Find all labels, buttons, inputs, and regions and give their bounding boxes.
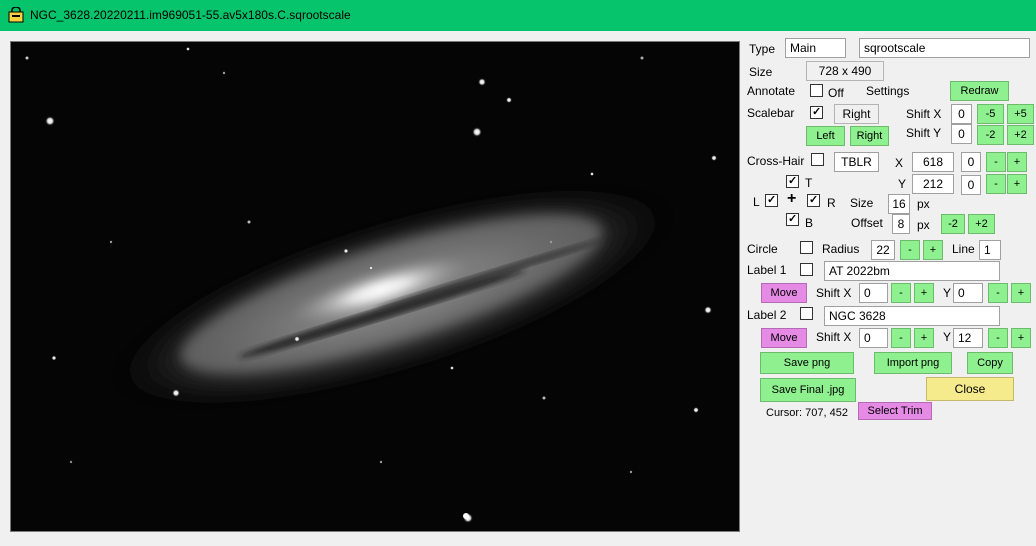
label2-shift-x-plus-button[interactable]: + xyxy=(914,328,934,348)
scale-field[interactable]: sqrootscale xyxy=(859,38,1030,58)
crosshair-x-field[interactable]: 618 xyxy=(912,152,954,172)
crosshair-y-plus-button[interactable]: + xyxy=(1007,174,1027,194)
shift-y-minus-button[interactable]: -2 xyxy=(977,125,1004,145)
label2-shift-y-field[interactable]: 12 xyxy=(953,328,983,348)
label1-shift-x-minus-button[interactable]: - xyxy=(891,283,911,303)
label1-shift-y-plus-button[interactable]: + xyxy=(1011,283,1031,303)
label1-shift-y-minus-button[interactable]: - xyxy=(988,283,1008,303)
close-button[interactable]: Close xyxy=(926,377,1014,401)
crosshair-x-offset-field[interactable]: 0 xyxy=(961,152,981,172)
size-label: Size xyxy=(749,65,773,79)
label1-shift-y-field[interactable]: 0 xyxy=(953,283,983,303)
crosshair-l-label: L xyxy=(753,195,760,209)
app-icon xyxy=(8,7,24,23)
type-field[interactable]: Main xyxy=(785,38,846,58)
title-bar: NGC_3628.20220211.im969051-55.av5x180s.C… xyxy=(0,0,1036,31)
astro-image-canvas[interactable] xyxy=(10,41,740,532)
crosshair-size-px-label: px xyxy=(917,197,930,211)
crosshair-offset-minus-button[interactable]: -2 xyxy=(941,214,965,234)
label2-shift-y-minus-button[interactable]: - xyxy=(988,328,1008,348)
scalebar-label: Scalebar xyxy=(747,106,795,120)
crosshair-x-plus-button[interactable]: + xyxy=(1007,152,1027,172)
label2-shift-x-minus-button[interactable]: - xyxy=(891,328,911,348)
save-final-jpg-button[interactable]: Save Final .jpg xyxy=(760,378,856,402)
scalebar-position-field: Right xyxy=(834,104,879,124)
crosshair-y-minus-button[interactable]: - xyxy=(986,174,1006,194)
crosshair-offset-plus-button[interactable]: +2 xyxy=(968,214,995,234)
radius-minus-button[interactable]: - xyxy=(900,240,920,260)
shift-x-label: Shift X xyxy=(906,107,942,121)
label1-move-button[interactable]: Move xyxy=(761,283,807,303)
annotate-off-label: Off xyxy=(828,86,844,100)
scalebar-right-button[interactable]: Right xyxy=(850,126,889,146)
annotate-checkbox[interactable] xyxy=(810,84,823,97)
save-png-button[interactable]: Save png xyxy=(760,352,854,374)
cursor-readout: Cursor: 707, 452 xyxy=(766,407,848,419)
label1-text-field[interactable]: AT 2022bm xyxy=(824,261,1000,281)
radius-label: Radius xyxy=(822,242,860,256)
label2-checkbox[interactable] xyxy=(800,307,813,320)
line-label: Line xyxy=(952,242,975,256)
circle-checkbox[interactable] xyxy=(800,241,813,254)
label2-shift-x-field[interactable]: 0 xyxy=(859,328,888,348)
crosshair-symbol: + xyxy=(787,190,797,207)
crosshair-offset-px-label: px xyxy=(917,218,930,232)
crosshair-size-label: Size xyxy=(850,196,874,210)
crosshair-x-minus-button[interactable]: - xyxy=(986,152,1006,172)
crosshair-y-offset-field[interactable]: 0 xyxy=(961,175,981,195)
radius-plus-button[interactable]: + xyxy=(923,240,943,260)
copy-button[interactable]: Copy xyxy=(967,352,1013,374)
label1-shift-x-plus-button[interactable]: + xyxy=(914,283,934,303)
crosshair-y-label: Y xyxy=(898,177,907,191)
crosshair-t-checkbox[interactable] xyxy=(786,175,799,188)
annotation-panel: Type Main sqrootscale Size 728 x 490 Ann… xyxy=(740,31,1036,546)
crosshair-offset-label: Offset xyxy=(851,216,883,230)
crosshair-l-checkbox[interactable] xyxy=(765,194,778,207)
crosshair-b-checkbox[interactable] xyxy=(786,213,799,226)
crosshair-mode-field[interactable]: TBLR xyxy=(834,152,879,172)
window-title: NGC_3628.20220211.im969051-55.av5x180s.C… xyxy=(30,8,351,22)
label1-y-label: Y xyxy=(943,286,952,300)
shift-x-plus-button[interactable]: +5 xyxy=(1007,104,1034,124)
annotate-label: Annotate xyxy=(747,84,796,98)
shift-y-field[interactable]: 0 xyxy=(951,124,972,144)
circle-label: Circle xyxy=(747,242,778,256)
crosshair-r-label: R xyxy=(827,196,836,210)
label1-label: Label 1 xyxy=(747,263,787,277)
label2-shift-y-plus-button[interactable]: + xyxy=(1011,328,1031,348)
crosshair-y-field[interactable]: 212 xyxy=(912,174,954,194)
line-width-field[interactable]: 1 xyxy=(979,240,1001,260)
crosshair-size-field[interactable]: 16 xyxy=(888,194,910,214)
crosshair-offset-field[interactable]: 8 xyxy=(892,214,910,234)
label1-checkbox[interactable] xyxy=(800,263,813,276)
label2-label: Label 2 xyxy=(747,308,787,322)
size-field: 728 x 490 xyxy=(806,61,884,81)
label1-shift-x-field[interactable]: 0 xyxy=(859,283,888,303)
select-trim-button[interactable]: Select Trim xyxy=(858,402,932,420)
crosshair-t-label: T xyxy=(805,176,813,190)
shift-x-field[interactable]: 0 xyxy=(951,104,972,124)
scalebar-checkbox[interactable] xyxy=(810,106,823,119)
shift-x-minus-button[interactable]: -5 xyxy=(977,104,1004,124)
crosshair-label: Cross-Hair xyxy=(747,154,805,168)
shift-y-label: Shift Y xyxy=(906,126,942,140)
label2-shift-x-label: Shift X xyxy=(816,330,852,344)
import-png-button[interactable]: Import png xyxy=(874,352,952,374)
type-label: Type xyxy=(749,42,776,56)
settings-label: Settings xyxy=(866,84,910,98)
label1-shift-x-label: Shift X xyxy=(816,286,852,300)
crosshair-r-checkbox[interactable] xyxy=(807,194,820,207)
shift-y-plus-button[interactable]: +2 xyxy=(1007,125,1034,145)
label2-move-button[interactable]: Move xyxy=(761,328,807,348)
scalebar-left-button[interactable]: Left xyxy=(806,126,845,146)
redraw-button[interactable]: Redraw xyxy=(950,81,1009,101)
label2-text-field[interactable]: NGC 3628 xyxy=(824,306,1000,326)
galaxy-image[interactable] xyxy=(11,42,739,531)
crosshair-b-label: B xyxy=(805,216,814,230)
radius-field[interactable]: 22 xyxy=(871,240,895,260)
crosshair-x-label: X xyxy=(895,156,904,170)
crosshair-checkbox[interactable] xyxy=(811,153,824,166)
label2-y-label: Y xyxy=(943,330,952,344)
